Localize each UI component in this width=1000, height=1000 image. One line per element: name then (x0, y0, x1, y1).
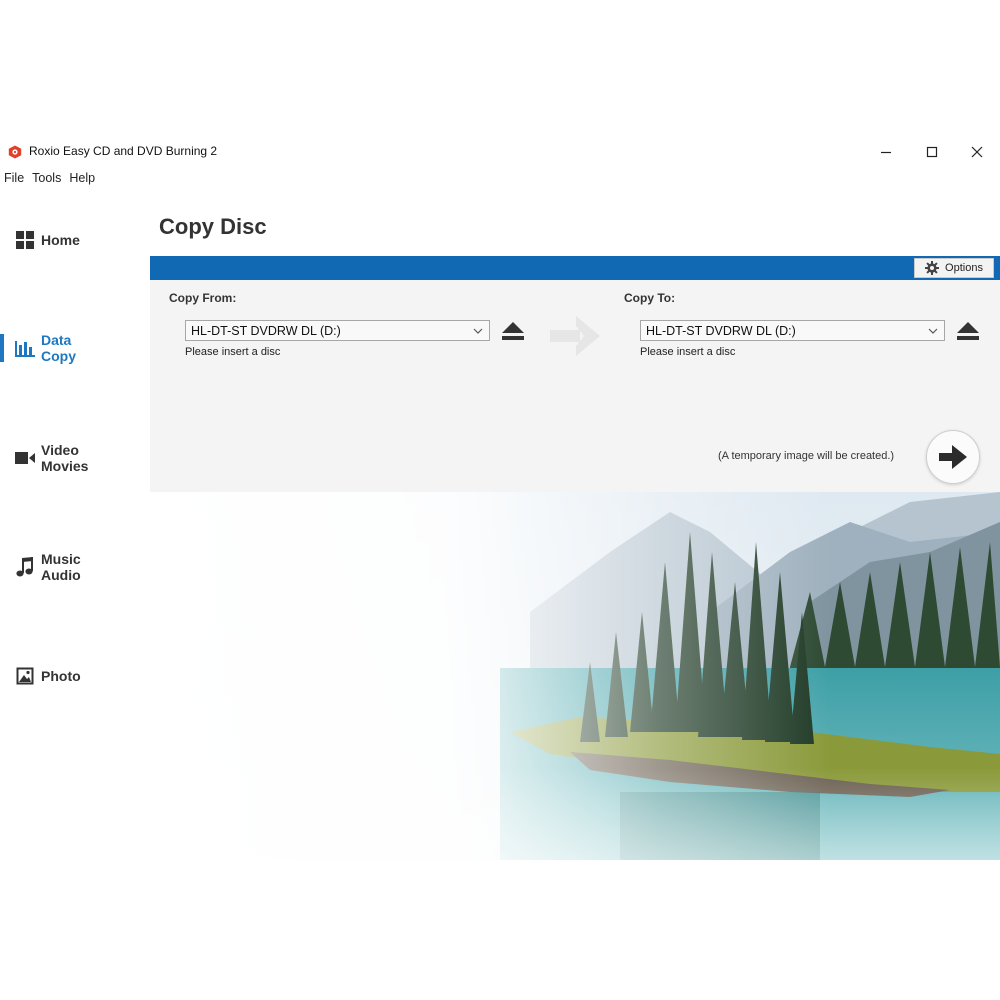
maximize-button[interactable] (909, 136, 955, 168)
page-title: Copy Disc (159, 214, 267, 239)
minimize-icon (881, 151, 891, 154)
arrow-right-icon (550, 316, 600, 356)
copy-from-drive-select[interactable]: HL-DT-ST DVDRW DL (D:) (185, 320, 490, 341)
options-label: Options (945, 262, 983, 274)
sidebar-item-photo[interactable]: Photo (0, 656, 140, 696)
sidebar-item-label: Video Movies (41, 442, 88, 474)
sidebar-label-line2: Movies (41, 458, 89, 474)
window-title: Roxio Easy CD and DVD Burning 2 (29, 144, 218, 158)
chevron-down-icon (473, 325, 483, 339)
bar-chart-icon (15, 338, 35, 358)
copy-from-drive-value: HL-DT-ST DVDRW DL (D:) (191, 324, 341, 338)
panel-header-bar: Options (150, 256, 1000, 280)
app-window: Roxio Easy CD and DVD Burning 2 File Too… (0, 136, 1000, 860)
eject-icon (957, 322, 979, 340)
menu-file[interactable]: File (0, 170, 28, 188)
minimize-button[interactable] (863, 136, 909, 168)
title-bar: Roxio Easy CD and DVD Burning 2 (0, 136, 1000, 168)
copy-from-eject-button[interactable] (501, 321, 525, 341)
copy-disc-panel: Options Copy From: HL-DT-ST DVDRW DL (D:… (150, 256, 1000, 492)
options-button[interactable]: Options (914, 258, 994, 278)
roxio-logo-icon (8, 145, 22, 159)
sidebar-item-label: Photo (41, 668, 81, 684)
background-landscape-image (150, 492, 1000, 860)
copy-from-status: Please insert a disc (185, 346, 281, 358)
menu-help[interactable]: Help (65, 170, 99, 188)
temporary-image-note: (A temporary image will be created.) (718, 450, 895, 462)
eject-icon (502, 322, 524, 340)
sidebar-item-music-audio[interactable]: Music Audio (0, 547, 140, 587)
sidebar-label-line1: Music (41, 551, 81, 567)
copy-to-drive-select[interactable]: HL-DT-ST DVDRW DL (D:) (640, 320, 945, 341)
sidebar-label-line2: Copy (41, 348, 76, 364)
sidebar-item-label: Data Copy (41, 332, 76, 364)
maximize-icon (926, 146, 938, 158)
copy-from-label: Copy From: (169, 291, 237, 305)
menu-bar: File Tools Help (0, 170, 99, 188)
sidebar-item-home[interactable]: Home (0, 220, 140, 260)
sidebar-item-data-copy[interactable]: Data Copy (0, 328, 140, 368)
sidebar-item-video-movies[interactable]: Video Movies (0, 438, 140, 478)
sidebar-label-line2: Audio (41, 567, 81, 583)
sidebar-label-line1: Video (41, 442, 79, 458)
copy-to-eject-button[interactable] (956, 321, 980, 341)
start-copy-button[interactable] (926, 430, 980, 484)
gear-icon (925, 261, 940, 275)
sidebar-item-label: Music Audio (41, 551, 81, 583)
close-button[interactable] (954, 136, 1000, 168)
arrow-right-icon (939, 445, 967, 469)
copy-to-status: Please insert a disc (640, 346, 736, 358)
close-icon (971, 146, 983, 158)
sidebar-item-label: Home (41, 232, 80, 248)
grid-icon (15, 230, 35, 250)
copy-to-label: Copy To: (624, 291, 676, 305)
menu-tools[interactable]: Tools (28, 170, 65, 188)
active-indicator (0, 334, 4, 362)
music-note-icon (15, 557, 35, 577)
copy-to-drive-value: HL-DT-ST DVDRW DL (D:) (646, 324, 796, 338)
sidebar-label-line1: Data (41, 332, 72, 348)
video-camera-icon (15, 448, 35, 468)
chevron-down-icon (928, 325, 938, 339)
image-icon (15, 666, 35, 686)
